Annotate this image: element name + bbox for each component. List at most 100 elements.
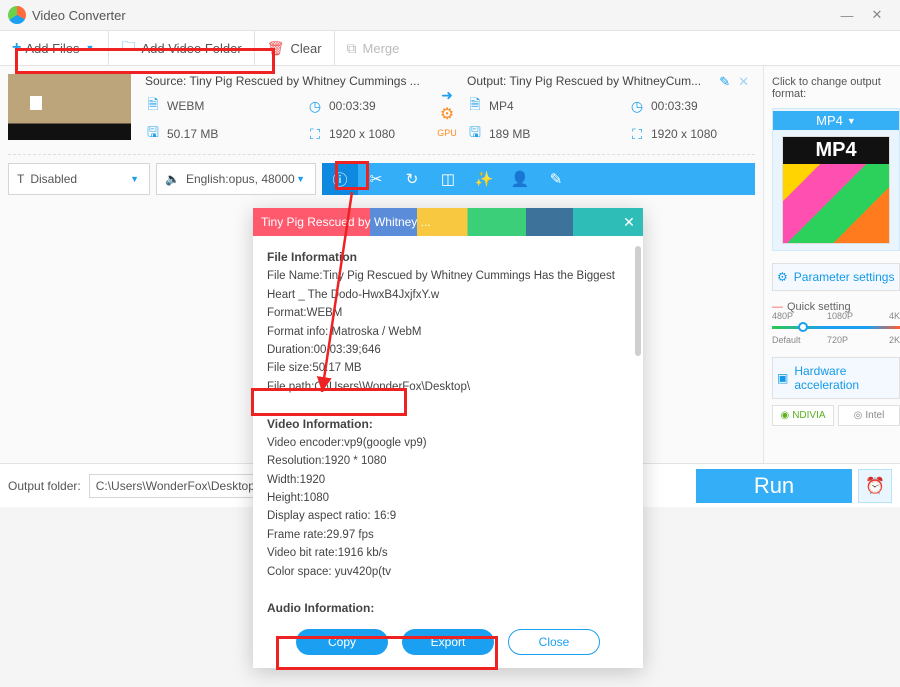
convert-arrow: ➜ ⚙ GPU bbox=[433, 74, 461, 150]
clock-icon: ◷ bbox=[629, 98, 645, 115]
file-row: ✎ ✕ Source: Tiny Pig Rescued by Whitney … bbox=[8, 74, 755, 155]
format-badge: MP4 bbox=[783, 137, 889, 164]
add-files-button[interactable]: + Add Files ▼ bbox=[0, 31, 109, 65]
output-column: Output: Tiny Pig Rescued by WhitneyCum..… bbox=[461, 74, 755, 150]
clock-icon: ◷ bbox=[307, 98, 323, 115]
titlebar: Video Converter — ✕ bbox=[0, 0, 900, 30]
speaker-icon: 🔈 bbox=[165, 172, 180, 186]
alarm-icon: ⏰ bbox=[865, 476, 885, 496]
info-duration: Duration:00:03:39;646 bbox=[267, 344, 381, 356]
file-info-popup: Tiny Pig Rescued by Whitney ... ✕ File I… bbox=[253, 208, 643, 668]
output-title: Output: Tiny Pig Rescued by WhitneyCum..… bbox=[467, 74, 749, 88]
info-filesize: File size:50.17 MB bbox=[267, 362, 362, 374]
popup-header: Tiny Pig Rescued by Whitney ... ✕ bbox=[253, 208, 643, 236]
chip-icon: ▣ bbox=[777, 371, 788, 385]
intel-icon: ◎ bbox=[854, 410, 863, 421]
subtitle-edit-tool[interactable]: ✎ bbox=[538, 163, 574, 195]
arrow-right-icon: ➜ bbox=[441, 87, 453, 104]
nvidia-icon: ◉ bbox=[780, 410, 789, 421]
size-icon: 🖫 bbox=[145, 122, 161, 146]
info-video-resolution: Resolution:1920 * 1080 bbox=[267, 455, 387, 467]
popup-scrollbar[interactable] bbox=[635, 246, 641, 356]
resolution-icon: ⛶ bbox=[629, 126, 645, 143]
audio-track-dropdown[interactable]: 🔈 English:opus, 48000 ▼ bbox=[156, 163, 316, 195]
output-resolution: 1920 x 1080 bbox=[651, 127, 717, 141]
hardware-acceleration-button[interactable]: ▣ Hardware acceleration bbox=[772, 357, 900, 399]
close-button[interactable]: Close bbox=[508, 629, 600, 655]
clear-button[interactable]: 🗑 Clear bbox=[255, 31, 335, 65]
info-format-info: Format info: Matroska / WebM bbox=[267, 326, 421, 338]
schedule-button[interactable]: ⏰ bbox=[858, 469, 892, 503]
audio-value: English:opus, 48000 bbox=[186, 172, 295, 186]
close-window-button[interactable]: ✕ bbox=[862, 3, 892, 27]
watermark-tool[interactable]: 👤 bbox=[502, 163, 538, 195]
info-video-encoder: Video encoder:vp9(google vp9) bbox=[267, 437, 427, 449]
format-icon: 🗎 bbox=[467, 94, 483, 118]
video-thumbnail[interactable] bbox=[8, 74, 131, 140]
merge-label: Merge bbox=[363, 41, 400, 56]
output-duration: 00:03:39 bbox=[651, 99, 698, 113]
subtitle-value: Disabled bbox=[30, 172, 77, 186]
popup-close-button[interactable]: ✕ bbox=[615, 214, 643, 231]
popup-body[interactable]: File Information File Name:Tiny Pig Resc… bbox=[253, 236, 643, 616]
info-framerate: Frame rate:29.97 fps bbox=[267, 529, 374, 541]
format-name: MP4 bbox=[816, 113, 843, 128]
app-logo-icon bbox=[8, 6, 26, 24]
gpu-icon: ⚙ bbox=[440, 104, 454, 124]
remove-file-icon[interactable]: ✕ bbox=[738, 74, 749, 90]
source-size: 50.17 MB bbox=[167, 127, 218, 141]
chevron-down-icon: ▼ bbox=[847, 116, 856, 126]
minimize-button[interactable]: — bbox=[832, 3, 862, 27]
add-folder-label: Add Video Folder bbox=[141, 41, 241, 56]
merge-icon: ⧉ bbox=[347, 40, 357, 57]
info-color-space: Color space: yuv420p(tv bbox=[267, 566, 391, 578]
info-tool[interactable]: ⓘ bbox=[322, 163, 358, 195]
effects-tool[interactable]: ✨ bbox=[466, 163, 502, 195]
intel-button[interactable]: ◎Intel bbox=[838, 405, 900, 426]
output-sidebar: Click to change output format: MP4 ▼ MP4 … bbox=[763, 66, 900, 463]
info-video-height: Height:1080 bbox=[267, 492, 329, 504]
source-title: Source: Tiny Pig Rescued by Whitney Cumm… bbox=[145, 74, 427, 88]
crop-tool[interactable]: ◫ bbox=[430, 163, 466, 195]
output-format-card[interactable]: MP4 ▼ MP4 bbox=[772, 108, 900, 251]
section-file-info: File Information bbox=[267, 250, 357, 264]
hwa-label: Hardware acceleration bbox=[794, 364, 895, 392]
folder-icon: 🗀 bbox=[121, 36, 135, 60]
info-video-width: Width:1920 bbox=[267, 474, 325, 486]
edit-output-icon[interactable]: ✎ bbox=[719, 74, 730, 90]
merge-button[interactable]: ⧉ Merge bbox=[335, 31, 412, 65]
main-toolbar: + Add Files ▼ 🗀 Add Video Folder 🗑 Clear… bbox=[0, 30, 900, 66]
resolution-icon: ⛶ bbox=[307, 126, 323, 143]
popup-title: Tiny Pig Rescued by Whitney ... bbox=[253, 215, 439, 229]
settings-icon: ⚙ bbox=[777, 270, 788, 284]
output-format: MP4 bbox=[489, 99, 514, 113]
sidebar-title: Click to change output format: bbox=[772, 76, 900, 100]
source-resolution: 1920 x 1080 bbox=[329, 127, 395, 141]
section-video-info: Video Information: bbox=[267, 417, 373, 431]
subtitle-dropdown[interactable]: T Disabled ▼ bbox=[8, 163, 150, 195]
gpu-label: GPU bbox=[437, 128, 457, 138]
clear-label: Clear bbox=[290, 41, 321, 56]
section-audio-info: Audio Information: bbox=[267, 601, 374, 615]
cut-tool[interactable]: ✂ bbox=[358, 163, 394, 195]
edit-tools: ⓘ ✂ ↻ ◫ ✨ 👤 ✎ bbox=[322, 163, 755, 195]
edit-toolbar: T Disabled ▼ 🔈 English:opus, 48000 ▼ ⓘ ✂… bbox=[8, 163, 755, 195]
add-files-label: Add Files bbox=[25, 41, 79, 56]
format-preview: MP4 bbox=[782, 136, 890, 244]
info-aspect-ratio: Display aspect ratio: 16:9 bbox=[267, 510, 396, 522]
trash-icon: 🗑 bbox=[267, 40, 285, 57]
quality-slider[interactable]: 480P 1080P 4K Default 720P 2K bbox=[772, 317, 900, 339]
parameter-settings-button[interactable]: ⚙ Parameter settings bbox=[772, 263, 900, 291]
rotate-tool[interactable]: ↻ bbox=[394, 163, 430, 195]
info-video-bitrate: Video bit rate:1916 kb/s bbox=[267, 547, 388, 559]
size-icon: 🖫 bbox=[467, 122, 483, 146]
output-folder-label: Output folder: bbox=[8, 479, 81, 493]
export-button[interactable]: Export bbox=[402, 629, 494, 655]
run-button[interactable]: Run bbox=[696, 469, 852, 503]
app-title: Video Converter bbox=[32, 8, 126, 23]
nvidia-button[interactable]: ◉NDIVIA bbox=[772, 405, 834, 426]
add-video-folder-button[interactable]: 🗀 Add Video Folder bbox=[109, 31, 254, 65]
dropdown-icon: ▼ bbox=[86, 43, 95, 53]
copy-button[interactable]: Copy bbox=[296, 629, 388, 655]
info-filename: File Name:Tiny Pig Rescued by Whitney Cu… bbox=[267, 270, 615, 300]
